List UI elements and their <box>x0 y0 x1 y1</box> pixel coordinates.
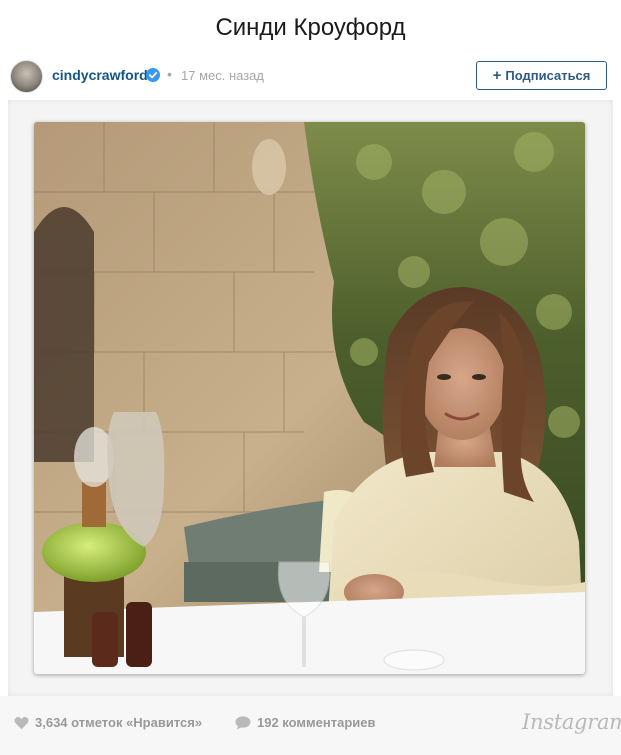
avatar[interactable] <box>10 60 43 93</box>
instagram-logo[interactable]: Instagram <box>522 710 621 734</box>
post-time[interactable]: 17 мес. назад <box>181 68 264 83</box>
comments-text: 192 комментариев <box>257 715 376 730</box>
page-title: Синди Кроуфорд <box>215 14 406 41</box>
follow-button[interactable]: + Подписаться <box>476 61 607 90</box>
follow-button-label: Подписаться <box>505 68 591 83</box>
post-header: cindycrawford • 17 мес. назад + Подписат… <box>0 56 621 100</box>
plus-icon: + <box>492 67 502 84</box>
post-photo-image <box>34 122 585 674</box>
likes-text: 3,634 отметок «Нравится» <box>35 715 203 730</box>
comments-count[interactable]: 192 комментариев <box>235 715 375 730</box>
separator-dot: • <box>167 66 172 82</box>
likes-count[interactable]: 3,634 отметок «Нравится» <box>14 715 202 730</box>
comment-bubble-icon <box>235 715 251 729</box>
heart-icon <box>14 716 29 729</box>
instagram-post: cindycrawford • 17 мес. назад + Подписат… <box>0 56 621 755</box>
post-footer: 3,634 отметок «Нравится» 192 комментарие… <box>0 696 621 755</box>
post-photo[interactable] <box>34 122 585 674</box>
verified-badge-icon <box>146 68 160 82</box>
photo-frame <box>8 100 613 696</box>
username-link[interactable]: cindycrawford <box>52 67 148 83</box>
